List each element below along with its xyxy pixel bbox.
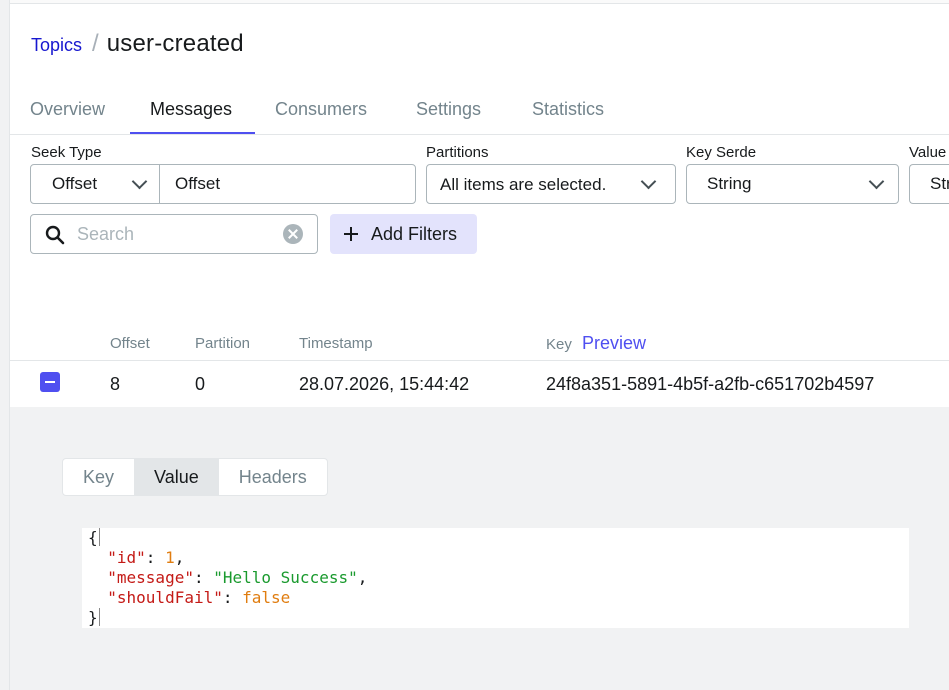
tab-key[interactable]: Key [63,459,134,495]
tab-statistics[interactable]: Statistics [512,84,624,134]
message-view-tabs: Key Value Headers [62,458,328,496]
breadcrumb-topics-link[interactable]: Topics [31,35,82,56]
column-partition: Partition [195,335,251,352]
json-open-brace: { [88,528,98,547]
chevron-down-icon [868,173,885,190]
tab-value[interactable]: Value [134,459,219,495]
top-border [10,0,949,4]
add-filters-label: Add Filters [371,223,458,244]
offset-input[interactable]: Offset [159,164,416,204]
key-serde-selected: String [707,174,752,193]
add-filters-button[interactable]: Add Filters [330,214,477,254]
json-viewer: { "id": 1, "message": "Hello Success", "… [62,518,929,648]
search-input[interactable]: Search [30,214,318,254]
chevron-down-icon [131,173,148,190]
breadcrumb: Topics / user-created [31,30,244,58]
row-offset: 8 [110,374,121,394]
partitions-label: Partitions [426,144,489,161]
json-value: 1 [165,548,175,567]
json-editor[interactable]: { "id": 1, "message": "Hello Success", "… [82,528,909,628]
tab-settings[interactable]: Settings [396,84,501,134]
table-divider [10,360,949,361]
seek-type-label: Seek Type [31,144,102,161]
json-key: "message" [107,568,194,587]
column-key: Key [546,336,572,353]
json-value: false [242,588,291,607]
page: Topics / user-created Overview Messages … [0,0,949,690]
left-border [0,0,10,690]
message-details: Key Value Headers { "id": 1, "message": … [10,407,949,690]
key-serde-label: Key Serde [686,144,757,161]
json-close-brace: } [88,608,98,627]
text-caret [98,608,100,626]
search-placeholder: Search [77,224,135,244]
value-serde-select[interactable]: Str [909,164,949,204]
plus-icon [344,227,358,241]
json-content: { "id": 1, "message": "Hello Success", "… [88,528,368,627]
collapse-row-icon[interactable] [40,372,60,392]
key-serde-select[interactable]: String [686,164,899,204]
chevron-down-icon [640,173,657,190]
json-comma: , [174,548,185,567]
json-comma: , [357,568,368,587]
offset-input-value: Offset [175,174,221,193]
partitions-selected: All items are selected. [440,175,607,194]
json-key: "id" [107,548,146,567]
json-value: "Hello Success" [213,568,358,587]
row-partition: 0 [195,374,206,394]
page-title: user-created [106,30,244,57]
row-key: 24f8a351-5891-4b5f-a2fb-c651702b4597 [546,374,875,394]
tab-consumers[interactable]: Consumers [255,84,387,134]
column-timestamp: Timestamp [299,335,373,352]
preview-button[interactable]: Preview [582,333,646,354]
topic-tabs: Overview Messages Consumers Settings Sta… [10,84,949,135]
tab-messages[interactable]: Messages [130,84,255,134]
column-offset: Offset [110,335,150,352]
clear-icon[interactable] [283,224,303,244]
seek-type-select[interactable]: Offset [30,164,160,204]
text-caret [98,528,100,546]
value-serde-label: Value [909,144,947,161]
tab-overview[interactable]: Overview [10,84,125,134]
tab-headers[interactable]: Headers [219,459,327,495]
json-key: "shouldFail" [107,588,223,607]
partitions-select[interactable]: All items are selected. [426,164,676,204]
search-icon [45,225,65,245]
breadcrumb-separator: / [92,30,99,57]
value-serde-selected: Str [930,174,949,193]
seek-type-selected: Offset [52,174,98,193]
row-timestamp: 28.07.2026, 15:44:42 [299,374,470,394]
